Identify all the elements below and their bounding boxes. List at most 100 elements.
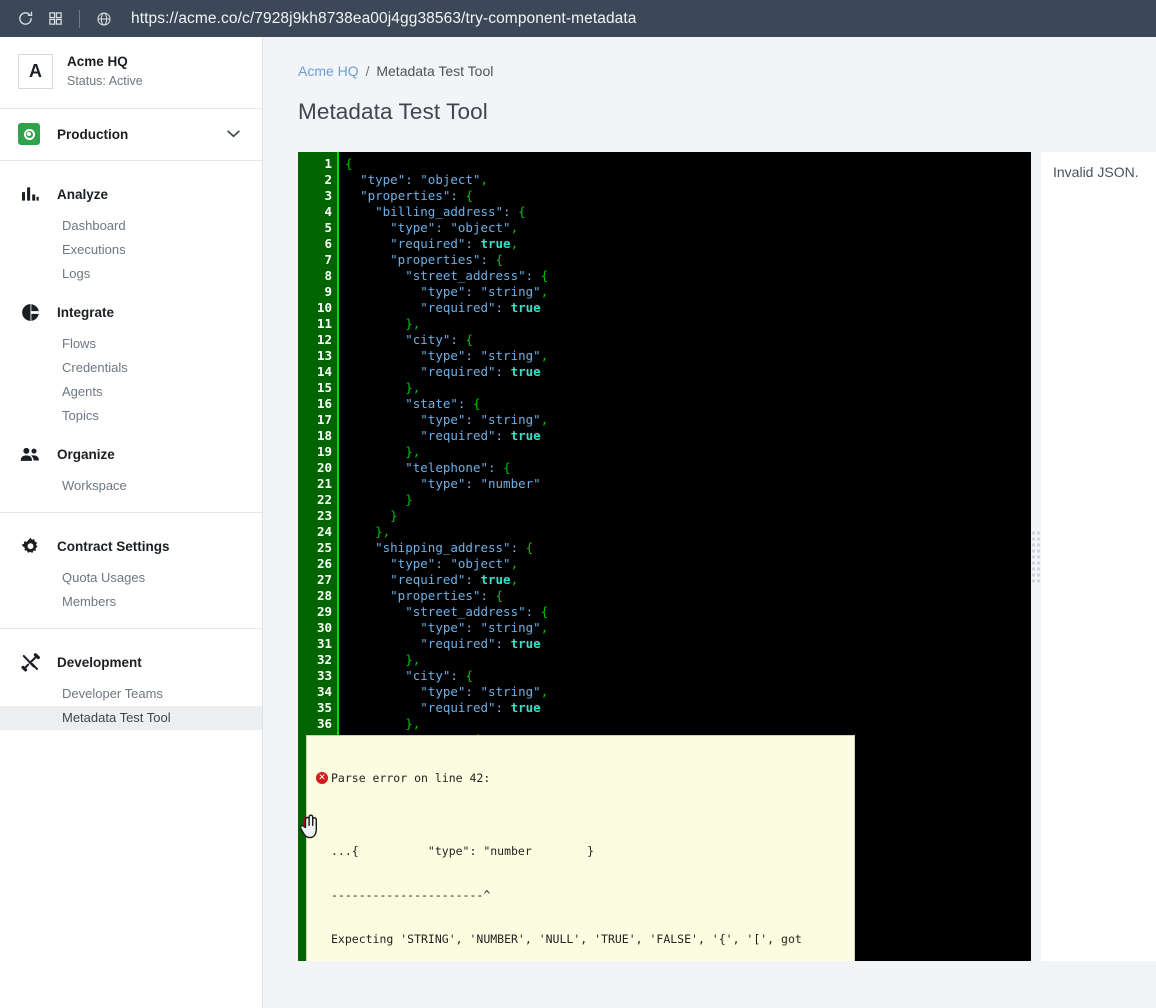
code-line[interactable]: "city": {	[345, 668, 1031, 684]
code-line[interactable]: "required": true	[345, 428, 1031, 444]
line-number: 16	[316, 396, 332, 411]
sidebar: A Acme HQ Status: Active Production Anal…	[0, 37, 263, 1008]
code-line[interactable]: "type": "string",	[345, 620, 1031, 636]
line-number: 35	[316, 700, 332, 715]
address-bar-url[interactable]: https://acme.co/c/7928j9kh8738ea00j4gg38…	[131, 10, 637, 28]
grid-apps-icon[interactable]	[40, 4, 70, 34]
reload-icon[interactable]	[10, 4, 40, 34]
code-line[interactable]: "required": true,	[345, 236, 1031, 252]
code-line[interactable]: "properties": {	[345, 588, 1031, 604]
line-number: 25	[316, 540, 332, 555]
sidebar-item-developer-teams[interactable]: Developer Teams	[0, 682, 262, 706]
org-switcher[interactable]: A Acme HQ Status: Active	[0, 37, 262, 110]
sidebar-item-quota-usages[interactable]: Quota Usages	[0, 566, 262, 590]
sidebar-item-metadata-test-tool[interactable]: Metadata Test Tool	[0, 706, 262, 731]
sidebar-item-topics[interactable]: Topics	[0, 404, 262, 428]
code-line[interactable]: "required": true	[345, 636, 1031, 652]
sidebar-group-label: Contract Settings	[57, 538, 170, 554]
code-line[interactable]: "state": {	[345, 396, 1031, 412]
code-line[interactable]: },	[345, 716, 1031, 732]
chevron-down-icon[interactable]	[227, 127, 244, 141]
line-number: 7	[324, 252, 332, 267]
sidebar-item-agents[interactable]: Agents	[0, 380, 262, 404]
line-number: 33	[316, 668, 332, 683]
code-line[interactable]: "telephone": {	[345, 460, 1031, 476]
validation-message: Invalid JSON.	[1053, 164, 1139, 180]
json-code-editor[interactable]: 1 2 3 4 5 6 7 8 9 10 11 12 13 14 15 16 17 18 19 20 21 22 23 24 2…	[298, 152, 1031, 961]
code-line[interactable]: "type": "string",	[345, 684, 1031, 700]
code-line[interactable]: "type": "object",	[345, 220, 1031, 236]
code-line[interactable]: "type": "string",	[345, 284, 1031, 300]
line-number: 4	[324, 204, 332, 219]
breadcrumb: Acme HQ / Metadata Test Tool	[263, 37, 1156, 79]
sidebar-group-analyze[interactable]: Analyze	[0, 173, 262, 214]
environment-status-icon	[18, 123, 40, 146]
sidebar-group-label: Analyze	[57, 186, 109, 202]
code-line[interactable]: "billing_address": {	[345, 204, 1031, 220]
code-line[interactable]: "required": true	[345, 700, 1031, 716]
sidebar-item-credentials[interactable]: Credentials	[0, 356, 262, 380]
code-line[interactable]: },	[345, 652, 1031, 668]
sidebar-group-label: Development	[57, 654, 142, 670]
code-line[interactable]: },	[345, 444, 1031, 460]
sidebar-group-label: Integrate	[57, 304, 115, 320]
code-line[interactable]: {	[345, 156, 1031, 172]
page-title: Metadata Test Tool	[298, 99, 488, 124]
sidebar-group-integrate[interactable]: Integrate	[0, 286, 262, 332]
code-line[interactable]: "type": "string",	[345, 412, 1031, 428]
browser-toolbar: https://acme.co/c/7928j9kh8738ea00j4gg38…	[0, 0, 1156, 37]
breadcrumb-root-link[interactable]: Acme HQ	[298, 63, 359, 79]
app-shell: A Acme HQ Status: Active Production Anal…	[0, 37, 1156, 1008]
sidebar-group-contract-settings[interactable]: Contract Settings	[0, 525, 262, 566]
environment-selector[interactable]: Production	[0, 109, 262, 162]
line-number: 1	[324, 156, 332, 171]
sidebar-section-contract: Contract Settings Quota Usages Members	[0, 513, 262, 630]
code-line[interactable]: "type": "object",	[345, 172, 1031, 188]
error-caret-line: ----------------------^	[331, 887, 491, 902]
line-number: 13	[316, 348, 332, 363]
code-line[interactable]: "shipping_address": {	[345, 540, 1031, 556]
sidebar-group-development[interactable]: Development	[0, 641, 262, 682]
code-line[interactable]: }	[345, 508, 1031, 524]
code-line[interactable]: }	[345, 492, 1031, 508]
error-snippet: ...{ "type": "number }	[331, 844, 595, 859]
line-number: 21	[316, 476, 332, 491]
code-line[interactable]: "type": "number"	[345, 476, 1031, 492]
line-number: 6	[324, 236, 332, 251]
line-number: 36	[316, 716, 332, 731]
gear-icon	[18, 534, 42, 558]
error-title: Parse error on line 42:	[331, 771, 491, 786]
line-number: 31	[316, 636, 332, 651]
globe-icon[interactable]	[89, 4, 119, 34]
sidebar-item-members[interactable]: Members	[0, 590, 262, 614]
sidebar-item-executions[interactable]: Executions	[0, 238, 262, 262]
code-line[interactable]: "required": true	[345, 364, 1031, 380]
code-line[interactable]: "properties": {	[345, 188, 1031, 204]
code-line[interactable]: "type": "object",	[345, 556, 1031, 572]
toolbar-divider	[79, 9, 80, 28]
code-line[interactable]: },	[345, 316, 1031, 332]
line-number: 28	[316, 588, 332, 603]
code-line[interactable]: },	[345, 524, 1031, 540]
bar-chart-icon	[18, 182, 42, 206]
code-line[interactable]: "street_address": {	[345, 268, 1031, 284]
sidebar-item-flows[interactable]: Flows	[0, 332, 262, 356]
code-line[interactable]: "required": true,	[345, 572, 1031, 588]
code-line[interactable]: "city": {	[345, 332, 1031, 348]
code-line[interactable]: "street_address": {	[345, 604, 1031, 620]
code-line[interactable]: "properties": {	[345, 252, 1031, 268]
sidebar-item-workspace[interactable]: Workspace	[0, 474, 262, 498]
sidebar-item-dashboard[interactable]: Dashboard	[0, 214, 262, 238]
line-number: 26	[316, 556, 332, 571]
line-number: 15	[316, 380, 332, 395]
code-line[interactable]: "required": true	[345, 300, 1031, 316]
sidebar-group-organize[interactable]: Organize	[0, 428, 262, 474]
line-number: 30	[316, 620, 332, 635]
code-line[interactable]: },	[345, 380, 1031, 396]
line-number: 22	[316, 492, 332, 507]
sidebar-item-logs[interactable]: Logs	[0, 262, 262, 286]
line-number: 10	[316, 300, 332, 315]
panel-resize-handle[interactable]	[1031, 152, 1041, 961]
code-line[interactable]: "type": "string",	[345, 348, 1031, 364]
line-number: 34	[316, 684, 332, 699]
